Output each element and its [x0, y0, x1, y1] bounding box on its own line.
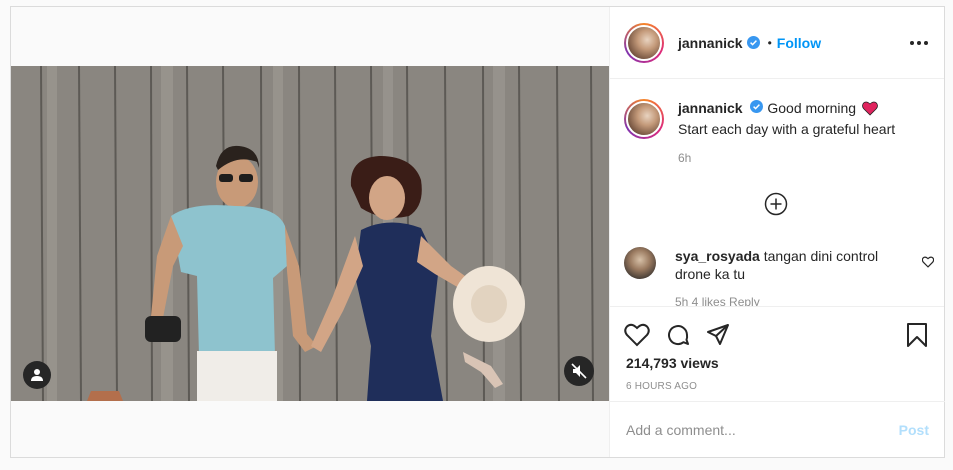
comment-meta[interactable]: 5h 4 likes Reply	[675, 293, 900, 306]
separator-dot: •	[767, 35, 772, 50]
share-paper-plane-icon[interactable]	[706, 323, 730, 347]
post-comment-button[interactable]: Post	[899, 422, 929, 438]
post-card: jannanick • Follow jannanick Good mornin…	[10, 6, 945, 458]
verified-badge-icon	[750, 100, 764, 113]
post-timestamp[interactable]: 6 HOURS AGO	[610, 381, 944, 392]
save-bookmark-icon[interactable]	[906, 323, 928, 347]
post-header: jannanick • Follow	[610, 7, 944, 79]
follow-button[interactable]: Follow	[777, 35, 821, 51]
caption-time[interactable]: 6h	[678, 151, 944, 165]
caption-text-line2: Start each day with a grateful heart	[678, 121, 896, 137]
author-username[interactable]: jannanick	[678, 35, 743, 51]
more-options-icon[interactable]	[910, 40, 928, 45]
caption-username[interactable]: jannanick	[678, 100, 743, 116]
view-count[interactable]: 214,793 views	[610, 355, 944, 371]
post-media	[11, 7, 609, 457]
verified-badge-icon	[746, 36, 760, 49]
add-comment-input[interactable]	[626, 421, 899, 438]
comment-bubble-icon[interactable]	[666, 323, 690, 347]
speaker-muted-icon	[571, 363, 587, 379]
author-avatar[interactable]	[624, 22, 664, 63]
comments-section[interactable]: jannanick Good morning Start each day wi…	[610, 79, 944, 307]
post-sidebar: jannanick • Follow jannanick Good mornin…	[609, 7, 945, 457]
load-more-comments-icon[interactable]	[764, 192, 788, 216]
like-heart-icon[interactable]	[624, 323, 650, 347]
caption-text-line1: Good morning	[767, 100, 857, 116]
action-bar	[610, 311, 944, 359]
red-heart-emoji-icon	[862, 101, 878, 120]
commenter-username[interactable]: sya_rosyada	[675, 248, 760, 264]
commenter-avatar[interactable]	[624, 247, 656, 279]
video-frame	[11, 66, 609, 401]
post-video[interactable]	[11, 66, 609, 401]
tagged-users-button[interactable]	[23, 361, 51, 389]
caption-avatar[interactable]	[624, 99, 664, 139]
comment-item: sya_rosyada tangan dini control drone ka…	[624, 247, 935, 306]
like-comment-heart-icon[interactable]	[921, 255, 935, 273]
mute-button[interactable]	[564, 356, 594, 386]
user-icon	[31, 369, 43, 381]
add-comment-bar: Post	[610, 401, 945, 457]
caption: jannanick Good morning Start each day wi…	[610, 79, 944, 139]
